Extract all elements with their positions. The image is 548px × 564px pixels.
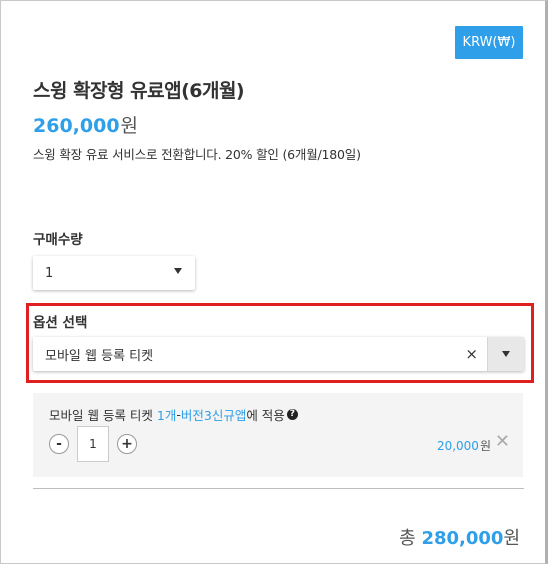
selected-option-price: 20,000원 xyxy=(437,437,491,454)
selected-option-name: 모바일 웹 등록 티켓 xyxy=(49,408,153,423)
selected-option-target: 버전3신규앱 xyxy=(180,408,247,423)
option-selected-value: 모바일 웹 등록 티켓 xyxy=(45,348,154,364)
decrement-button[interactable]: - xyxy=(49,434,69,454)
option-dropdown-toggle[interactable] xyxy=(487,337,524,371)
quantity-select[interactable]: 1 xyxy=(33,256,195,290)
total-amount: 280,000 xyxy=(421,528,504,549)
quantity-stepper: - 1 + xyxy=(49,426,137,462)
product-description: 스윙 확장 유료 서비스로 전환합니다. 20% 할인 (6개월/180일) xyxy=(33,147,361,162)
selected-option-price-unit: 원 xyxy=(479,439,491,453)
chevron-down-icon xyxy=(502,351,510,357)
quantity-label: 구매수량 xyxy=(33,232,83,248)
selected-option-summary: 모바일 웹 등록 티켓 1개 - 버전3신규앱 에 적용? xyxy=(49,405,298,424)
option-label: 옵션 선택 xyxy=(33,315,88,331)
total-price: 총 280,000원 xyxy=(399,524,520,550)
product-price: 260,000원 xyxy=(33,111,138,138)
currency-button[interactable]: KRW(₩) xyxy=(455,26,523,59)
option-quantity-input[interactable]: 1 xyxy=(77,426,109,462)
clear-icon[interactable]: × xyxy=(465,345,478,363)
product-title: 스윙 확장형 유료앱(6개월) xyxy=(33,80,245,102)
total-label: 총 xyxy=(399,528,416,549)
selected-option-price-value: 20,000 xyxy=(436,439,479,453)
product-price-value: 260,000 xyxy=(33,115,120,137)
quantity-selected-value: 1 xyxy=(45,265,54,281)
selected-option-count: 1개 xyxy=(156,408,177,423)
remove-icon[interactable]: ✕ xyxy=(495,433,510,451)
total-unit: 원 xyxy=(503,528,520,549)
option-select[interactable]: 모바일 웹 등록 티켓 × xyxy=(33,337,524,371)
selected-option-suffix: 에 적용 xyxy=(246,408,285,423)
product-price-unit: 원 xyxy=(120,115,139,137)
divider xyxy=(33,488,524,489)
increment-button[interactable]: + xyxy=(117,434,137,454)
selected-option-item: 모바일 웹 등록 티켓 1개 - 버전3신규앱 에 적용? - 1 + 20,00… xyxy=(33,393,523,477)
chevron-down-icon xyxy=(174,268,182,274)
help-icon[interactable]: ? xyxy=(286,409,298,420)
